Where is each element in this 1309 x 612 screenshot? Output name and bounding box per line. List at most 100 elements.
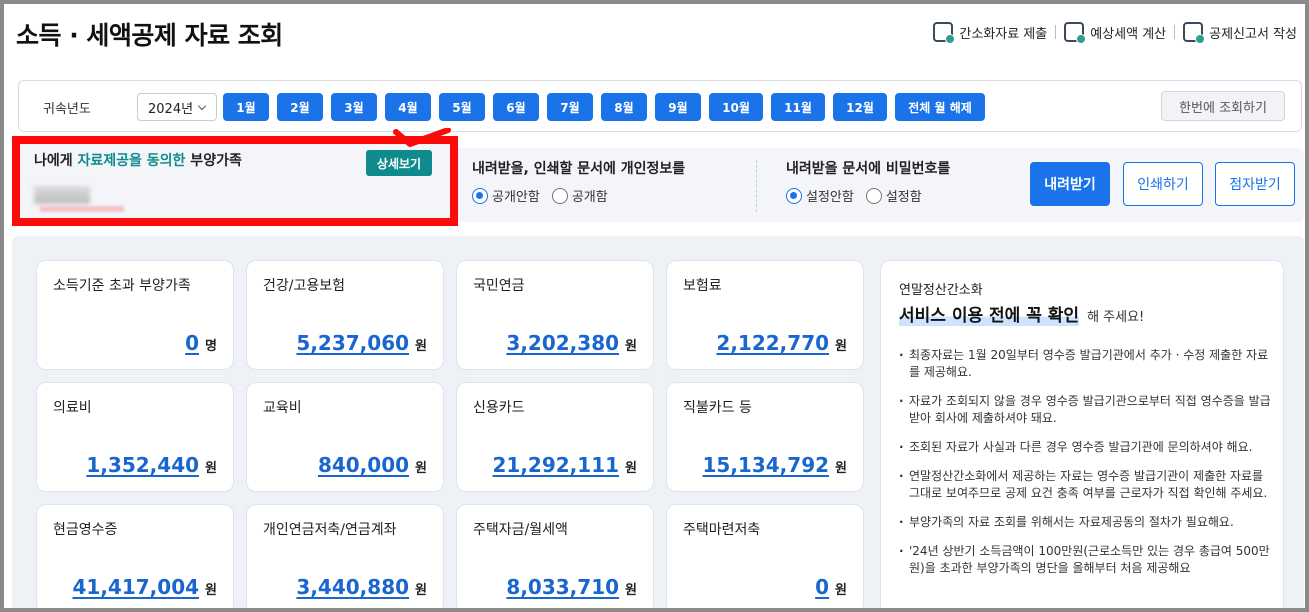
card-housing-savings[interactable]: 주택마련저축 0원 bbox=[666, 504, 864, 608]
calculator-icon bbox=[1064, 22, 1087, 44]
card-housing-funds-rent[interactable]: 주택자금/월세액 8,033,710 원 bbox=[456, 504, 654, 608]
card-unit: 원 bbox=[835, 339, 847, 354]
card-label: 교육비 bbox=[263, 400, 302, 416]
notice-item: 조회된 자료가 사실과 다른 경우 영수증 발급기관에 문의하셔야 해요. bbox=[897, 439, 1271, 456]
privacy-title: 내려받을, 인쇄할 문서에 개인정보를 bbox=[472, 161, 686, 177]
options-row: 나에게 자료제공을 동의한 부양가족 상세보기 내려받을, 인쇄할 문서에 개인… bbox=[12, 136, 1304, 226]
privacy-radio-show[interactable]: 공개함 bbox=[551, 186, 608, 205]
password-radio-on[interactable]: 설정함 bbox=[865, 186, 922, 205]
dependents-title-highlight: 자료제공을 동의한 bbox=[77, 153, 186, 169]
month-button-10[interactable]: 10월 bbox=[709, 93, 763, 121]
card-national-pension[interactable]: 국민연금 3,202,380 원 bbox=[456, 260, 654, 370]
clear-months-button[interactable]: 전체 월 해제 bbox=[895, 93, 985, 121]
card-label: 직불카드 등 bbox=[683, 400, 752, 416]
password-option-group: 내려받을 문서에 비밀번호를 설정안함 설정함 bbox=[786, 158, 950, 205]
month-button-1[interactable]: 1월 bbox=[223, 93, 269, 121]
card-pension-savings[interactable]: 개인연금저축/연금계좌 3,440,880 원 bbox=[246, 504, 444, 608]
divider bbox=[756, 160, 757, 212]
card-value[interactable]: 41,417,004 bbox=[73, 575, 200, 599]
dependents-title: 나에게 자료제공을 동의한 부양가족 bbox=[34, 150, 242, 170]
radio-unselected-icon bbox=[551, 187, 568, 204]
notice-item: 자료가 조회되지 않을 경우 영수증 발급기관으로부터 직접 영수증을 발급받아… bbox=[897, 393, 1271, 427]
document-edit-icon bbox=[1183, 22, 1206, 44]
view-details-button[interactable]: 상세보기 bbox=[366, 150, 432, 176]
card-value[interactable]: 0 bbox=[815, 575, 829, 599]
card-unit: 원 bbox=[835, 461, 847, 476]
submit-simplified-data-button[interactable]: 간소화자료 제출 bbox=[925, 22, 1055, 44]
download-button[interactable]: 내려받기 bbox=[1030, 162, 1110, 206]
month-button-11[interactable]: 11월 bbox=[771, 93, 825, 121]
card-unit: 원 bbox=[625, 461, 637, 476]
card-dependents-over-income[interactable]: 소득기준 초과 부양가족 0명 bbox=[36, 260, 234, 370]
card-education[interactable]: 교육비 840,000 원 bbox=[246, 382, 444, 492]
month-buttons: 1월 2월 3월 4월 5월 6월 7월 8월 9월 10월 11월 12월 전… bbox=[223, 93, 985, 121]
notice-item: 연말정산간소화에서 제공하는 자료는 영수증 발급기관이 제출한 자료를 그대로… bbox=[897, 468, 1271, 502]
deduction-form-button[interactable]: 공제신고서 작성 bbox=[1175, 22, 1305, 44]
lookup-all-button[interactable]: 한번에 조회하기 bbox=[1161, 91, 1285, 121]
month-button-5[interactable]: 5월 bbox=[439, 93, 485, 121]
page-title: 소득 · 세액공제 자료 조회 bbox=[16, 21, 283, 50]
card-value[interactable]: 1,352,440 bbox=[86, 453, 199, 477]
month-button-9[interactable]: 9월 bbox=[655, 93, 701, 121]
notice-panel: 연말정산간소화 서비스 이용 전에 꼭 확인 해 주세요! 최종자료는 1월 2… bbox=[880, 260, 1284, 608]
month-button-8[interactable]: 8월 bbox=[601, 93, 647, 121]
notice-item: 최종자료는 1월 20일부터 영수증 발급기관에서 추가 · 수정 제출한 자료… bbox=[897, 347, 1271, 381]
check-annotation-icon bbox=[393, 128, 451, 147]
privacy-radio-show-label: 공개함 bbox=[571, 190, 608, 205]
card-cash-receipt[interactable]: 현금영수증 41,417,004 원 bbox=[36, 504, 234, 608]
year-label: 귀속년도 bbox=[43, 102, 91, 117]
braille-button[interactable]: 점자받기 bbox=[1215, 162, 1295, 206]
card-credit-card[interactable]: 신용카드 21,292,111 원 bbox=[456, 382, 654, 492]
card-value[interactable]: 3,440,880 bbox=[296, 575, 409, 599]
card-label: 주택자금/월세액 bbox=[473, 522, 568, 538]
dependents-title-suffix: 부양가족 bbox=[185, 153, 242, 169]
card-debit-card[interactable]: 직불카드 등 15,134,792 원 bbox=[666, 382, 864, 492]
month-button-3[interactable]: 3월 bbox=[331, 93, 377, 121]
deduction-summary-panel: 소득기준 초과 부양가족 0명 건강/고용보험 5,237,060 원 국민연금 … bbox=[12, 236, 1304, 608]
document-check-icon bbox=[933, 22, 956, 44]
dependents-title-prefix: 나에게 bbox=[34, 153, 78, 169]
month-button-2[interactable]: 2월 bbox=[277, 93, 323, 121]
month-button-6[interactable]: 6월 bbox=[493, 93, 539, 121]
card-label: 의료비 bbox=[53, 400, 92, 416]
card-value[interactable]: 2,122,770 bbox=[716, 331, 829, 355]
radio-selected-icon bbox=[472, 187, 488, 204]
card-unit: 원 bbox=[205, 461, 217, 476]
password-radio-off[interactable]: 설정안함 bbox=[786, 186, 854, 205]
card-medical[interactable]: 의료비 1,352,440 원 bbox=[36, 382, 234, 492]
card-unit: 원 bbox=[415, 583, 427, 598]
card-unit: 원 bbox=[205, 583, 217, 598]
notice-headline-main: 서비스 이용 전에 꼭 확인 bbox=[899, 301, 1080, 326]
card-value[interactable]: 840,000 bbox=[318, 453, 409, 477]
top-actions: 간소화자료 제출 예상세액 계산 공제신고서 작성 bbox=[925, 22, 1305, 44]
month-filter-bar: 귀속년도 2024년 1월 2월 3월 4월 5월 6월 7월 8월 9월 10… bbox=[18, 80, 1302, 132]
card-insurance-premium[interactable]: 보험료 2,122,770 원 bbox=[666, 260, 864, 370]
card-value[interactable]: 0 bbox=[185, 331, 199, 355]
deduction-form-label: 공제신고서 작성 bbox=[1209, 26, 1297, 42]
notice-headline-suffix: 해 주세요! bbox=[1087, 310, 1145, 325]
card-value[interactable]: 5,237,060 bbox=[296, 331, 409, 355]
radio-selected-icon bbox=[786, 187, 802, 204]
card-value[interactable]: 21,292,111 bbox=[493, 453, 620, 477]
year-value: 2024년 bbox=[148, 101, 194, 117]
card-label: 신용카드 bbox=[473, 400, 525, 416]
year-select[interactable]: 2024년 bbox=[137, 93, 217, 121]
print-button[interactable]: 인쇄하기 bbox=[1123, 162, 1203, 206]
card-value[interactable]: 8,033,710 bbox=[506, 575, 619, 599]
month-button-7[interactable]: 7월 bbox=[547, 93, 593, 121]
card-health-employment-insurance[interactable]: 건강/고용보험 5,237,060 원 bbox=[246, 260, 444, 370]
card-unit: 원 bbox=[415, 339, 427, 354]
card-value[interactable]: 15,134,792 bbox=[703, 453, 830, 477]
month-button-12[interactable]: 12월 bbox=[833, 93, 887, 121]
card-label: 국민연금 bbox=[473, 278, 525, 294]
month-button-4[interactable]: 4월 bbox=[385, 93, 431, 121]
privacy-radio-hide[interactable]: 공개안함 bbox=[472, 186, 540, 205]
card-value[interactable]: 3,202,380 bbox=[506, 331, 619, 355]
card-label: 보험료 bbox=[683, 278, 722, 294]
chevron-down-icon bbox=[197, 101, 207, 110]
estimated-tax-button[interactable]: 예상세액 계산 bbox=[1056, 22, 1174, 44]
notice-subtitle: 연말정산간소화 bbox=[899, 283, 983, 298]
password-radio-on-label: 설정함 bbox=[885, 190, 922, 205]
card-label: 개인연금저축/연금계좌 bbox=[263, 522, 397, 538]
card-unit: 원 bbox=[835, 583, 847, 598]
